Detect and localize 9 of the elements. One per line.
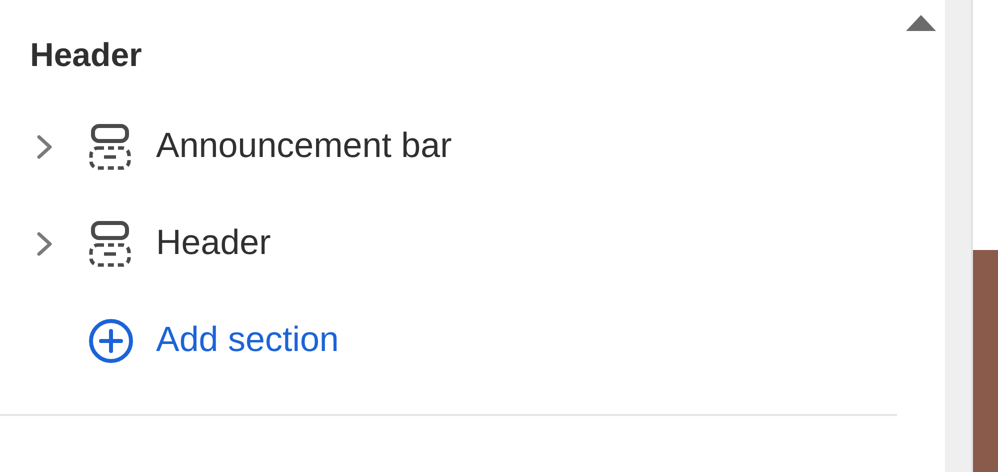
section-item[interactable]: Announcement bar xyxy=(0,98,945,195)
scroll-up-icon[interactable] xyxy=(905,14,937,32)
section-icon xyxy=(88,220,132,268)
add-icon xyxy=(88,318,134,364)
scrollbar[interactable] xyxy=(945,0,973,472)
section-icon xyxy=(88,122,132,170)
section-item[interactable]: Header xyxy=(0,195,945,292)
group-title: Header xyxy=(30,35,143,75)
add-section-button[interactable]: Add section xyxy=(88,314,339,367)
